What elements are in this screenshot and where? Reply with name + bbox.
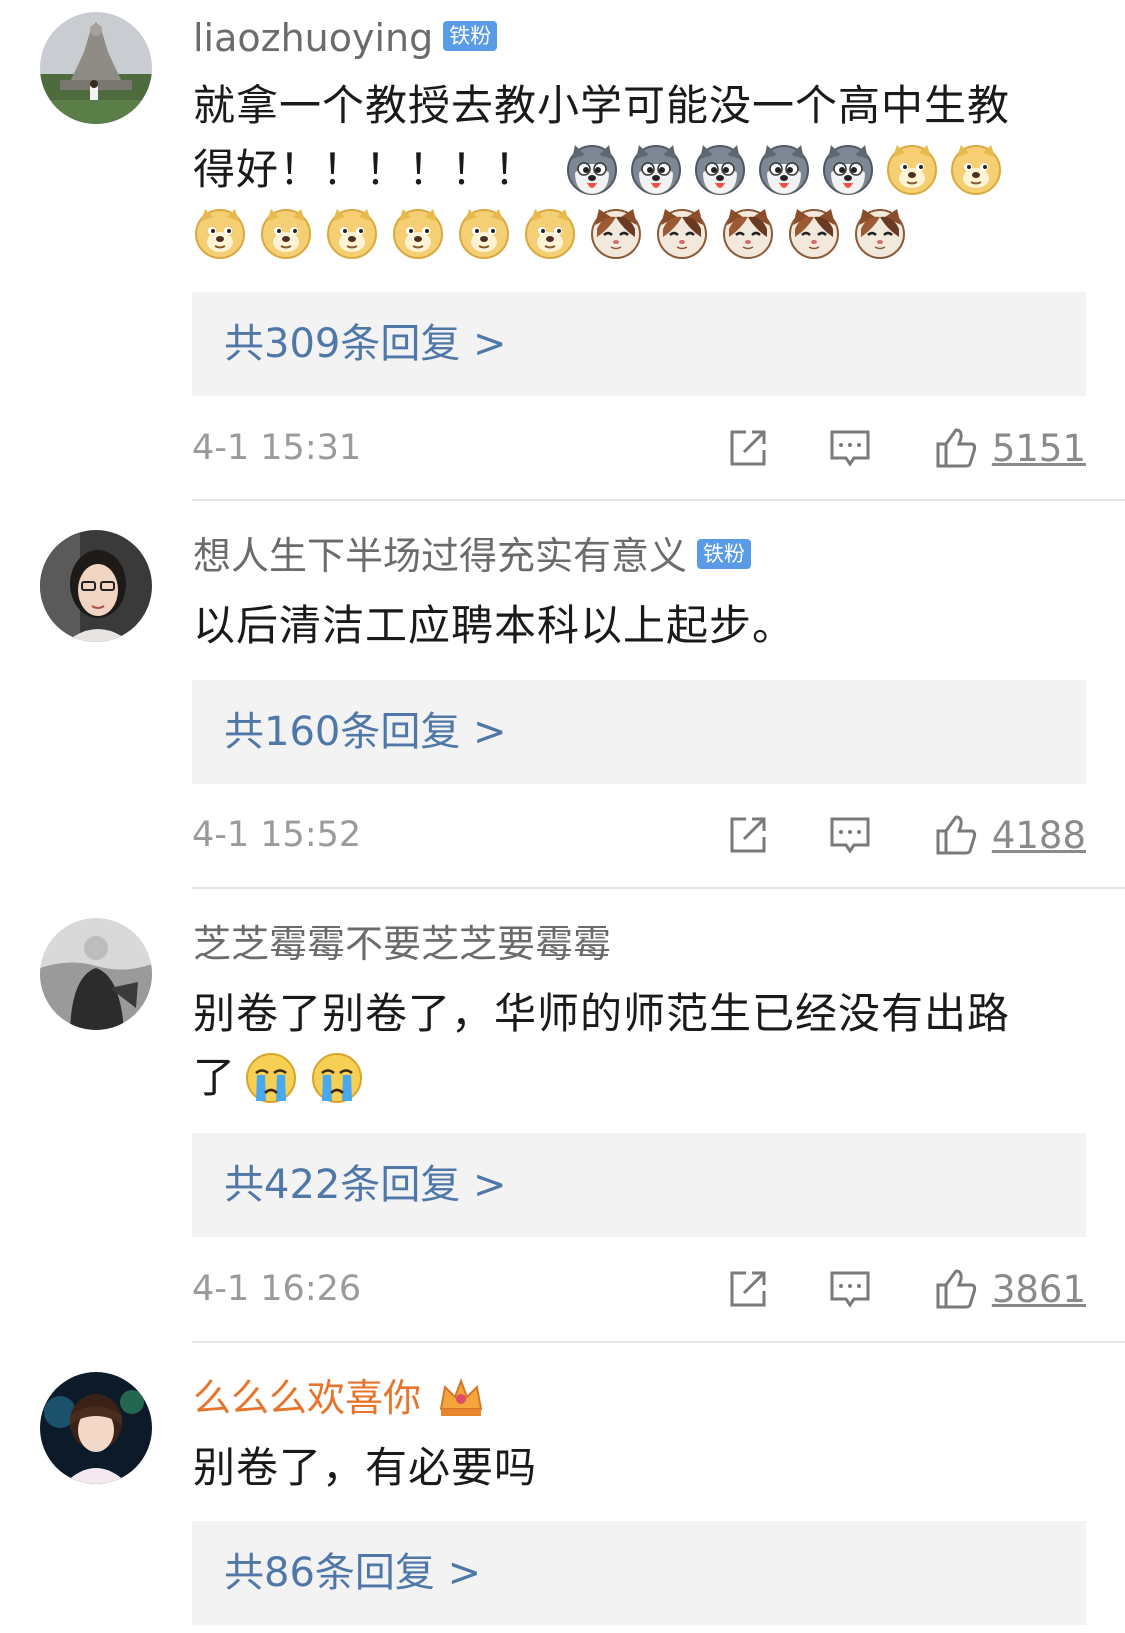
username[interactable]: 想人生下半场过得充实有意义 铁粉 [193, 532, 752, 580]
timestamp: 4-1 15:52 [192, 815, 362, 855]
husky-emoji [567, 144, 618, 195]
like-count[interactable]: 4188 [992, 814, 1086, 857]
view-replies-button[interactable]: 共309条回复 > [192, 292, 1086, 396]
comment-icon [830, 817, 870, 854]
thumbs-up-icon [936, 815, 976, 855]
comment-button[interactable] [828, 426, 872, 470]
share-button[interactable] [726, 426, 770, 470]
comment-footer: 4-1 15:52 4188 [192, 805, 1086, 865]
husky-emoji [695, 144, 746, 195]
comment-text-line: 以后清洁工应聘本科以上起步。 [193, 601, 796, 650]
view-replies-button[interactable]: 共160条回复 > [192, 680, 1086, 784]
share-icon [730, 430, 766, 466]
comment-icon [830, 430, 870, 467]
comment-button[interactable] [828, 1267, 872, 1311]
username-text[interactable]: 么么么欢喜你 [193, 1376, 421, 1420]
comment-text: 就拿一个教授去教小学可能没一个高中生教 得好！！！！！！ [193, 74, 1073, 266]
like-button[interactable]: 3861 [934, 1267, 1086, 1311]
cat-emoji [788, 207, 840, 260]
avatar[interactable] [40, 1372, 152, 1484]
thumbs-up-icon [936, 428, 976, 468]
username-text[interactable]: 想人生下半场过得充实有意义 [193, 534, 687, 578]
cat-emoji [854, 207, 906, 260]
crying-emoji [245, 1052, 297, 1104]
avatar[interactable] [40, 918, 152, 1030]
doge-emoji [261, 208, 311, 259]
doge-emoji [887, 144, 938, 195]
doge-emoji [951, 144, 1002, 195]
divider [192, 499, 1125, 501]
comment-text-line: 了 [193, 1053, 237, 1102]
husky-emoji [759, 144, 810, 195]
husky-emoji [823, 144, 874, 195]
share-button[interactable] [726, 813, 770, 857]
comment-text-line: 别卷了，有必要吗 [193, 1443, 538, 1492]
comment-text-line: 得好！！！！！！ [193, 145, 538, 194]
like-button[interactable]: 4188 [934, 813, 1086, 857]
cat-emoji [590, 207, 642, 260]
fan-badge: 铁粉 [443, 20, 498, 51]
comment-text: 别卷了别卷了，华师的师范生已经没有出路 了 [193, 982, 1073, 1110]
comment-text: 以后清洁工应聘本科以上起步。 [193, 594, 1073, 658]
view-replies-button[interactable]: 共422条回复 > [192, 1133, 1086, 1237]
cat-emoji [722, 207, 774, 260]
avatar[interactable] [40, 12, 152, 124]
doge-emoji [459, 208, 509, 259]
comment-text-line: 别卷了别卷了，华师的师范生已经没有出路 [193, 989, 1011, 1038]
comment-button[interactable] [828, 813, 872, 857]
divider [192, 887, 1125, 889]
comment-text: 别卷了，有必要吗 [193, 1436, 1073, 1500]
username[interactable]: 么么么欢喜你 [193, 1374, 485, 1423]
doge-emoji [525, 208, 575, 259]
username[interactable]: 芝芝霉霉不要芝芝要霉霉 [193, 920, 611, 968]
timestamp: 4-1 16:26 [192, 1269, 362, 1309]
username-text[interactable]: 芝芝霉霉不要芝芝要霉霉 [193, 922, 611, 966]
crown-icon [439, 1377, 483, 1416]
comment-icon [830, 1271, 870, 1308]
comment-footer: 4-1 16:26 3861 [192, 1259, 1086, 1319]
share-icon [730, 1271, 766, 1307]
view-replies-button[interactable]: 共86条回复 > [192, 1521, 1086, 1625]
comment-text-line: 就拿一个教授去教小学可能没一个高中生教 [193, 81, 1011, 130]
timestamp: 4-1 15:31 [192, 428, 362, 468]
divider [192, 1341, 1125, 1343]
share-button[interactable] [726, 1267, 770, 1311]
doge-emoji [195, 208, 245, 259]
avatar[interactable] [40, 530, 152, 642]
cat-emoji [656, 207, 708, 260]
like-button[interactable]: 5151 [934, 426, 1086, 470]
husky-emoji [631, 144, 682, 195]
thumbs-up-icon [936, 1269, 976, 1309]
username[interactable]: liaozhuoying 铁粉 [193, 14, 498, 62]
username-text[interactable]: liaozhuoying [193, 16, 433, 60]
like-count[interactable]: 5151 [992, 427, 1086, 470]
like-count[interactable]: 3861 [992, 1268, 1086, 1311]
share-icon [730, 817, 766, 853]
fan-badge: 铁粉 [697, 538, 752, 569]
doge-emoji [393, 208, 443, 259]
comment-footer: 4-1 15:31 5151 [192, 418, 1086, 478]
doge-emoji [327, 208, 377, 259]
crying-emoji [311, 1052, 363, 1104]
